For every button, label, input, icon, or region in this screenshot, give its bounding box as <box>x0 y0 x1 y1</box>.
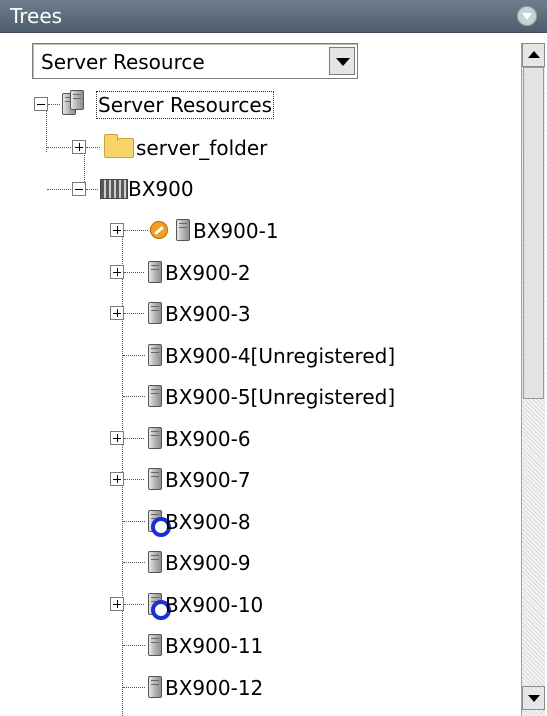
tree-type-select[interactable]: Server Resource <box>32 43 358 79</box>
chassis-icon <box>100 179 128 199</box>
tree-node-server[interactable]: BX900-4[Unregistered] <box>0 336 518 374</box>
tree-node-chassis[interactable]: BX900 <box>0 170 518 208</box>
tree-node-label[interactable]: BX900-8 <box>165 510 251 534</box>
expand-icon[interactable] <box>110 265 124 279</box>
vertical-scrollbar[interactable] <box>521 43 545 716</box>
server-icon <box>148 634 162 656</box>
tree-node-label[interactable]: BX900-3 <box>165 302 251 326</box>
expand-icon[interactable] <box>110 431 124 445</box>
collapse-icon[interactable] <box>72 182 86 196</box>
tree-node-label[interactable]: Server Resources <box>95 91 275 119</box>
server-icon <box>148 261 162 283</box>
tree-node-server[interactable]: BX900-1 <box>0 211 518 249</box>
tree-node-label[interactable]: BX900-6 <box>165 427 251 451</box>
scroll-down-icon[interactable] <box>522 686 545 710</box>
server-icon <box>176 219 190 241</box>
server-icon <box>148 344 162 366</box>
tree-node-server[interactable]: BX900-3 <box>0 294 518 332</box>
expand-icon[interactable] <box>110 306 124 320</box>
trees-panel: Trees Server Resource Server Resources s… <box>0 0 547 716</box>
folder-icon <box>104 134 134 158</box>
tree-node-label[interactable]: BX900-5[Unregistered] <box>165 385 395 409</box>
tree-node-server[interactable]: BX900-12 <box>0 668 518 706</box>
server-icon <box>148 551 162 573</box>
server-icon <box>148 427 162 449</box>
tree-node-label[interactable]: BX900-1 <box>193 219 279 243</box>
tree-node-label[interactable]: BX900-9 <box>165 551 251 575</box>
expand-icon[interactable] <box>110 223 124 237</box>
tree-node-label[interactable]: BX900-10 <box>165 593 263 617</box>
tree-node-server[interactable]: BX900-2 <box>0 253 518 291</box>
resource-tree: Server Resources server_folder BX900 BX9… <box>0 84 518 716</box>
tree-node-label[interactable]: BX900-4[Unregistered] <box>165 344 395 368</box>
collapse-icon[interactable] <box>34 97 48 111</box>
tree-node-server[interactable]: BX900-5[Unregistered] <box>0 377 518 415</box>
tree-node-label[interactable]: BX900-2 <box>165 261 251 285</box>
scroll-up-icon[interactable] <box>522 43 545 67</box>
tree-node-server[interactable]: BX900-6 <box>0 419 518 457</box>
scroll-thumb[interactable] <box>523 67 544 399</box>
tree-node-server[interactable]: BX900-10 <box>0 585 518 623</box>
tree-node-label[interactable]: BX900-7 <box>165 468 251 492</box>
expand-icon[interactable] <box>110 597 124 611</box>
panel-title: Trees <box>10 4 63 28</box>
expand-icon[interactable] <box>110 472 124 486</box>
tree-node-server[interactable]: BX900-7 <box>0 460 518 498</box>
tree-node-label[interactable]: BX900 <box>128 177 194 201</box>
tree-node-server[interactable]: BX900-9 <box>0 543 518 581</box>
tree-node-label[interactable]: BX900-12 <box>165 676 263 700</box>
tree-node-label[interactable]: server_folder <box>136 136 267 160</box>
tree-node-label[interactable]: BX900-11 <box>165 634 263 658</box>
server-icon <box>70 90 84 110</box>
server-icon <box>148 468 162 490</box>
chevron-down-icon[interactable] <box>517 6 537 26</box>
tree-node-root[interactable]: Server Resources <box>0 86 518 124</box>
panel-title-bar: Trees <box>0 0 547 33</box>
dropdown-arrow-icon[interactable] <box>329 47 355 75</box>
expand-icon[interactable] <box>72 140 86 154</box>
server-icon <box>148 302 162 324</box>
tree-node-folder[interactable]: server_folder <box>0 128 518 166</box>
tree-node-server[interactable]: BX900-11 <box>0 626 518 664</box>
tree-type-select-value: Server Resource <box>41 50 205 74</box>
server-icon <box>148 385 162 407</box>
server-icon <box>148 676 162 698</box>
warning-icon <box>150 221 168 239</box>
tree-node-server[interactable]: BX900-8 <box>0 502 518 540</box>
